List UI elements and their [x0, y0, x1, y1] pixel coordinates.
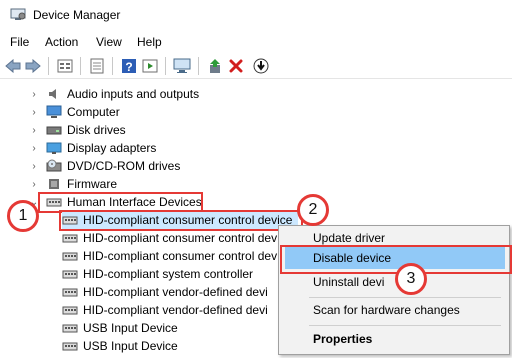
- tree-item-audio[interactable]: › Audio inputs and outputs: [30, 85, 199, 103]
- download-circle-icon[interactable]: [252, 57, 270, 75]
- tree-item-label: USB Input Device: [83, 321, 178, 335]
- uninstall-x-icon[interactable]: [227, 57, 245, 75]
- tree-item-label: HID-compliant consumer control dev: [83, 249, 278, 263]
- tree-item-label: HID-compliant system controller: [83, 267, 254, 281]
- hid-device-icon: [62, 303, 78, 317]
- back-arrow-icon[interactable]: [4, 57, 22, 75]
- tree-item-label: Computer: [67, 105, 120, 119]
- svg-text:?: ?: [125, 60, 132, 74]
- tree-item-label: Disk drives: [67, 123, 126, 137]
- tree-item-disk-drives[interactable]: › Disk drives: [30, 121, 126, 139]
- tree-item-display-adapters[interactable]: › Display adapters: [30, 139, 156, 157]
- title-bar: Device Manager: [0, 0, 512, 30]
- hid-device-icon: [62, 285, 78, 299]
- chevron-right-icon[interactable]: ›: [30, 103, 38, 121]
- properties-grid-icon[interactable]: [56, 57, 74, 75]
- display-adapter-icon: [46, 141, 62, 155]
- tree-item-firmware[interactable]: › Firmware: [30, 175, 117, 193]
- tree-item-label: USB Input Device: [83, 339, 178, 353]
- firmware-icon: [46, 177, 62, 191]
- disk-drive-icon: [46, 123, 62, 137]
- hid-device-icon: [62, 213, 78, 227]
- help-icon[interactable]: ?: [120, 57, 138, 75]
- tree-item-usb-input-device-1[interactable]: USB Input Device: [62, 319, 178, 337]
- scan-monitor-icon[interactable]: [173, 57, 191, 75]
- chevron-right-icon[interactable]: ›: [30, 175, 38, 193]
- context-menu-separator: [309, 325, 501, 326]
- context-menu-disable-device[interactable]: Disable device: [285, 247, 505, 269]
- menu-bar: File Action View Help: [0, 31, 512, 53]
- chevron-right-icon[interactable]: ›: [30, 157, 38, 175]
- update-driver-icon[interactable]: [206, 57, 224, 75]
- context-menu-separator: [309, 297, 501, 298]
- tree-item-label: HID-compliant vendor-defined devi: [83, 303, 268, 317]
- step-callout-3: 3: [395, 263, 427, 295]
- tree-item-computer[interactable]: › Computer: [30, 103, 120, 121]
- context-menu: Update driver Disable device Uninstall d…: [278, 225, 510, 355]
- menu-action[interactable]: Action: [45, 35, 78, 49]
- tree-item-usb-input-device-2[interactable]: USB Input Device: [62, 337, 178, 355]
- toolbar: ?: [0, 54, 512, 79]
- tree-item-hid-system-controller[interactable]: HID-compliant system controller: [62, 265, 253, 283]
- step-callout-1: 1: [7, 200, 39, 232]
- menu-file[interactable]: File: [10, 35, 29, 49]
- hid-device-icon: [62, 267, 78, 281]
- hid-icon: [46, 195, 62, 209]
- menu-help[interactable]: Help: [137, 35, 162, 49]
- tree-item-hid-consumer-control-3[interactable]: HID-compliant consumer control dev: [62, 247, 277, 265]
- tree-item-human-interface-devices[interactable]: ⌄ Human Interface Devices: [30, 193, 202, 211]
- tree-item-label: Audio inputs and outputs: [67, 87, 200, 101]
- tree-item-label: Display adapters: [67, 141, 157, 155]
- tree-item-label: Human Interface Devices: [67, 195, 202, 209]
- chevron-right-icon[interactable]: ›: [30, 121, 38, 139]
- device-manager-icon: [10, 8, 26, 21]
- tree-item-label: HID-compliant consumer control dev: [83, 231, 278, 245]
- computer-icon: [46, 105, 62, 119]
- tree-item-label: HID-compliant vendor-defined devi: [83, 285, 268, 299]
- speaker-icon: [46, 87, 62, 101]
- document-icon[interactable]: [88, 57, 106, 75]
- tree-item-label: Firmware: [67, 177, 117, 191]
- tree-item-label: HID-compliant consumer control device: [83, 213, 293, 227]
- hid-device-icon: [62, 339, 78, 353]
- menu-view[interactable]: View: [96, 35, 122, 49]
- step-callout-2: 2: [297, 194, 329, 226]
- hid-device-icon: [62, 249, 78, 263]
- context-menu-properties[interactable]: Properties: [285, 328, 505, 350]
- tree-item-hid-consumer-control-1[interactable]: HID-compliant consumer control device: [62, 211, 298, 229]
- tree-item-label: DVD/CD-ROM drives: [67, 159, 181, 173]
- play-panel-icon[interactable]: [141, 57, 159, 75]
- forward-arrow-icon[interactable]: [24, 57, 42, 75]
- hid-device-icon: [62, 231, 78, 245]
- context-menu-scan-hardware[interactable]: Scan for hardware changes: [285, 299, 505, 321]
- chevron-right-icon[interactable]: ›: [30, 85, 38, 103]
- tree-item-dvd-drives[interactable]: › DVD/CD-ROM drives: [30, 157, 180, 175]
- window-title: Device Manager: [33, 8, 121, 22]
- tree-item-hid-vendor-defined-2[interactable]: HID-compliant vendor-defined devi: [62, 301, 268, 319]
- chevron-right-icon[interactable]: ›: [30, 139, 38, 157]
- context-menu-update-driver[interactable]: Update driver: [285, 227, 505, 249]
- dvd-drive-icon: [46, 159, 62, 173]
- hid-device-icon: [62, 321, 78, 335]
- tree-item-hid-vendor-defined-1[interactable]: HID-compliant vendor-defined devi: [62, 283, 268, 301]
- tree-item-hid-consumer-control-2[interactable]: HID-compliant consumer control dev: [62, 229, 277, 247]
